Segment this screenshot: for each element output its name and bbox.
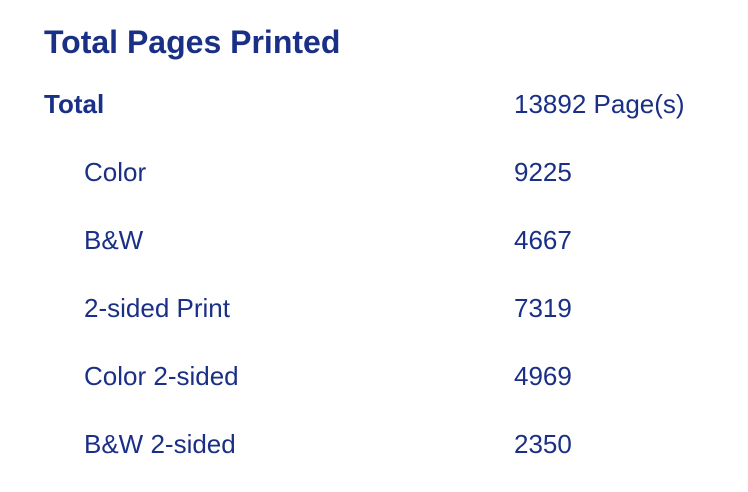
- stat-row-two-sided: 2-sided Print 7319: [0, 288, 748, 356]
- stat-label-color-two-sided: Color 2-sided: [84, 361, 239, 391]
- stat-value-bw: 4667: [514, 225, 572, 255]
- stat-value-color-two-sided: 4969: [514, 361, 572, 391]
- stat-label-bw-two-sided: B&W 2-sided: [84, 429, 236, 459]
- page: Total Pages Printed Total 13892 Page(s) …: [0, 0, 748, 486]
- stat-label-color: Color: [84, 157, 147, 187]
- stat-value-bw-two-sided: 2350: [514, 429, 572, 459]
- stat-row-bw-two-sided: B&W 2-sided 2350: [0, 424, 748, 492]
- stat-label-two-sided: 2-sided Print: [84, 293, 230, 323]
- stat-row-color-two-sided: Color 2-sided 4969: [0, 356, 748, 424]
- page-count-table: Total 13892 Page(s) Color 9225 B&W 4667 …: [0, 84, 748, 492]
- stat-row-color: Color 9225: [0, 152, 748, 220]
- stat-label-bw: B&W: [84, 225, 144, 255]
- stat-value-two-sided: 7319: [514, 293, 572, 323]
- stat-value-total: 13892 Page(s): [514, 89, 685, 119]
- stat-label-total: Total: [44, 89, 105, 119]
- stat-value-color: 9225: [514, 157, 572, 187]
- page-title: Total Pages Printed: [44, 24, 341, 60]
- stat-row-total: Total 13892 Page(s): [0, 84, 748, 152]
- stat-row-bw: B&W 4667: [0, 220, 748, 288]
